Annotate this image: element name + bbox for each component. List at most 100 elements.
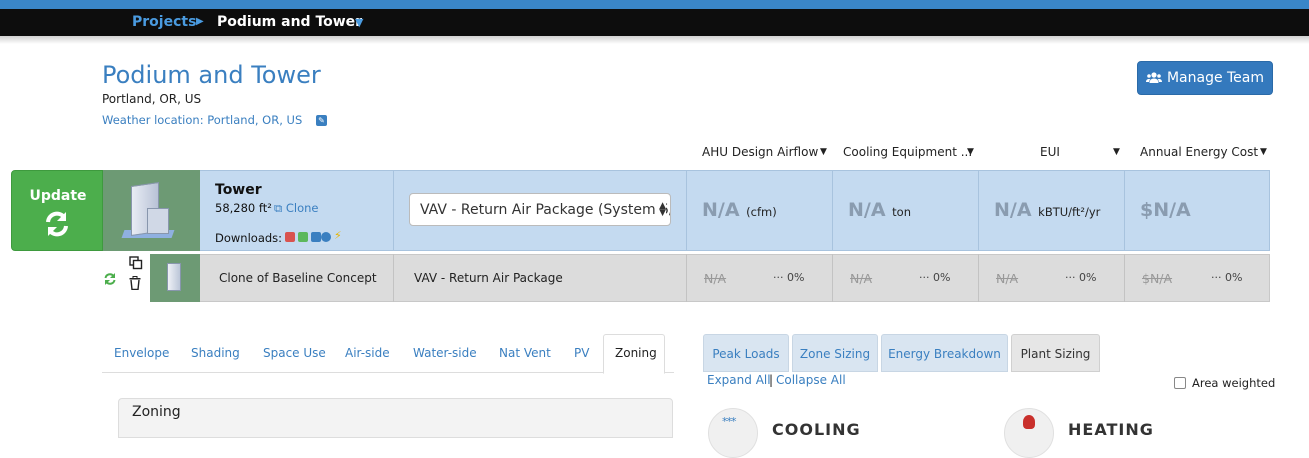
alt-annual-energy-cost-delta: ··· 0% [1211,271,1242,284]
metric-value: $N/A [1140,199,1191,221]
users-icon [1145,72,1162,83]
navbar: Projects ▶ Podium and Tower ▼ [0,9,1309,36]
annual-energy-cost-value: $N/A [1140,199,1191,221]
metric-value: N/A [994,199,1032,221]
expand-all-link[interactable]: Expand All [707,373,771,387]
project-location: Portland, OR, US [102,92,202,106]
tab-zone-sizing[interactable]: Zone Sizing [792,334,878,372]
refresh-icon[interactable] [103,272,117,286]
excel-download-icon[interactable] [298,232,308,242]
tab-water-side[interactable]: Water-side [413,346,477,360]
metric-select-cooling-equipment[interactable]: Cooling Equipment ... ▼ [843,145,975,161]
alt-cooling-equipment-delta: ··· 0% [919,271,950,284]
ellipsis-icon: ··· [919,271,930,284]
ahu-airflow-value: N/A (cfm) [702,199,777,221]
caret-down-icon: ▼ [820,147,827,157]
row-divider [393,254,394,302]
area-weighted-checkbox[interactable] [1174,377,1186,389]
metric-unit: ton [892,205,912,219]
manage-team-button[interactable]: Manage Team [1137,61,1273,95]
tab-zoning[interactable]: Zoning [615,346,657,360]
row-divider [978,254,979,302]
breadcrumb-current-project[interactable]: Podium and Tower [217,14,362,30]
metric-unit: (cfm) [746,205,777,219]
delta-value: 0% [933,271,951,284]
ellipsis-icon: ··· [1065,271,1076,284]
metric-label: Annual Energy Cost [1140,145,1259,159]
gbxml-download-icon[interactable] [285,232,295,242]
metric-select-ahu-airflow[interactable]: AHU Design Airflow ▼ [702,145,830,161]
metric-select-eui[interactable]: EUI ▼ [1040,145,1122,161]
alt-eui-value: N/A [996,271,1019,286]
row-divider [978,170,979,251]
row-divider [1124,170,1125,251]
building-name: Tower [215,182,262,198]
project-dropdown-caret-icon[interactable]: ▼ [355,16,363,29]
alternative-thumbnail [150,254,200,302]
zoning-panel-title: Zoning [132,404,181,420]
building-thumbnail [103,170,200,251]
clone-label: Clone [285,201,319,215]
trash-icon[interactable] [129,276,141,290]
tab-envelope[interactable]: Envelope [114,346,169,360]
breadcrumb-separator-icon: ▶ [196,16,204,27]
cooling-equipment-value: N/A ton [848,199,911,221]
metric-label: AHU Design Airflow [702,145,819,159]
select-arrows-icon: ▲ ▼ [657,201,666,218]
manage-team-label: Manage Team [1166,70,1265,86]
weather-location-link[interactable]: Weather location: Portland, OR, US [102,113,302,127]
metric-unit: kBTU/ft²/yr [1038,205,1101,219]
snowflake-icon: *** [708,408,758,458]
delta-value: 0% [1225,271,1243,284]
metric-label: Cooling Equipment ... [843,145,973,159]
update-label: Update [29,188,87,204]
tab-pv[interactable]: PV [574,346,589,360]
row-divider [393,170,394,251]
metric-value: N/A [848,199,886,221]
ellipsis-icon: ··· [773,271,784,284]
caret-down-icon: ▼ [1260,147,1267,157]
caret-down-icon: ▼ [967,147,974,157]
copy-icon[interactable] [129,256,143,270]
row-divider [832,254,833,302]
system-type-select[interactable]: VAV - Return Air Package (System 5/6) ▲ ▼ [409,193,671,226]
energy-download-icon[interactable]: ⚡ [334,229,342,242]
tab-space-use[interactable]: Space Use [263,346,326,360]
copy-icon: ⧉ [274,201,283,215]
alternative-system: VAV - Return Air Package [414,271,563,285]
refresh-icon [46,211,68,237]
breadcrumb-projects-link[interactable]: Projects [132,14,196,30]
row-divider [686,170,687,251]
tab-shading[interactable]: Shading [191,346,240,360]
area-weighted-label: Area weighted [1192,376,1276,390]
row-divider [1124,254,1125,302]
building-area: 58,280 ft² [215,201,272,215]
metric-select-annual-energy-cost[interactable]: Annual Energy Cost ▼ [1140,145,1270,161]
link-separator: | [769,373,774,387]
downloads-label: Downloads: [215,231,283,245]
alt-ahu-airflow-delta: ··· 0% [773,271,804,284]
alt-cooling-equipment-value: N/A [850,271,873,286]
heating-heading: HEATING [1068,420,1154,439]
collapse-all-link[interactable]: Collapse All [776,373,846,387]
top-strip [0,0,1309,9]
report-download-icon[interactable] [311,232,321,242]
alternative-name[interactable]: Clone of Baseline Concept [219,271,377,285]
tab-peak-loads[interactable]: Peak Loads [703,334,789,372]
delta-value: 0% [787,271,805,284]
tab-energy-breakdown[interactable]: Energy Breakdown [881,334,1008,372]
alt-annual-energy-cost-value: $N/A [1142,271,1173,286]
alt-ahu-airflow-value: N/A [704,271,727,286]
alt-eui-delta: ··· 0% [1065,271,1096,284]
hvac-download-icon[interactable] [321,232,331,242]
edit-icon[interactable]: ✎ [316,115,327,126]
zoning-panel [118,398,673,438]
tab-plant-sizing[interactable]: Plant Sizing [1011,334,1100,372]
clone-link[interactable]: ⧉ Clone [274,201,319,216]
page-title: Podium and Tower [102,61,321,89]
update-button[interactable]: Update [11,170,103,251]
ellipsis-icon: ··· [1211,271,1222,284]
tab-air-side[interactable]: Air-side [345,346,390,360]
cooling-heading: COOLING [772,420,861,439]
tab-nat-vent[interactable]: Nat Vent [499,346,551,360]
